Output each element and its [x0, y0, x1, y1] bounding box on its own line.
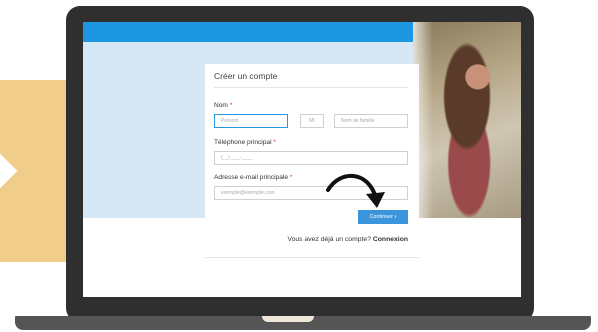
login-link[interactable]: Connexion	[373, 236, 408, 243]
name-label: Nom *	[214, 102, 232, 109]
required-mark: *	[273, 139, 276, 146]
name-label-text: Nom	[214, 102, 228, 109]
last-name-input[interactable]: Nom de famille	[334, 114, 408, 128]
curved-arrow-icon	[326, 173, 385, 208]
login-prompt: Vous avez déjà un compte?	[287, 236, 371, 243]
email-label: Adresse e-mail principale *	[214, 174, 292, 181]
middle-initial-input[interactable]: MI	[300, 114, 324, 128]
email-label-text: Adresse e-mail principale	[214, 174, 289, 181]
header-bar	[83, 22, 413, 42]
required-mark: *	[229, 102, 233, 109]
divider	[214, 87, 408, 88]
first-name-input[interactable]: Prénom	[214, 114, 288, 128]
required-mark: *	[289, 174, 293, 181]
signup-form-card: Créer un compte Nom * Prénom MI Nom de f…	[205, 64, 419, 259]
divider	[205, 257, 419, 258]
middle-initial-placeholder: MI	[309, 118, 315, 124]
first-name-placeholder: Prénom	[221, 118, 239, 124]
last-name-placeholder: Nom de famille	[341, 118, 375, 124]
phone-label-text: Téléphone principal	[214, 139, 272, 146]
phone-input[interactable]: (__) ___-____	[214, 151, 408, 165]
laptop-base-notch	[262, 316, 314, 322]
laptop-screen: Créer un compte Nom * Prénom MI Nom de f…	[83, 22, 521, 297]
chevron-right-icon: ›	[394, 214, 397, 220]
phone-label: Téléphone principal *	[214, 139, 276, 146]
form-title: Créer un compte	[214, 71, 278, 81]
phone-placeholder: (__) ___-____	[221, 155, 253, 161]
login-prompt-line: Vous avez déjà un compte? Connexion	[205, 236, 408, 243]
email-placeholder: exemple@exemple.com	[221, 190, 275, 196]
